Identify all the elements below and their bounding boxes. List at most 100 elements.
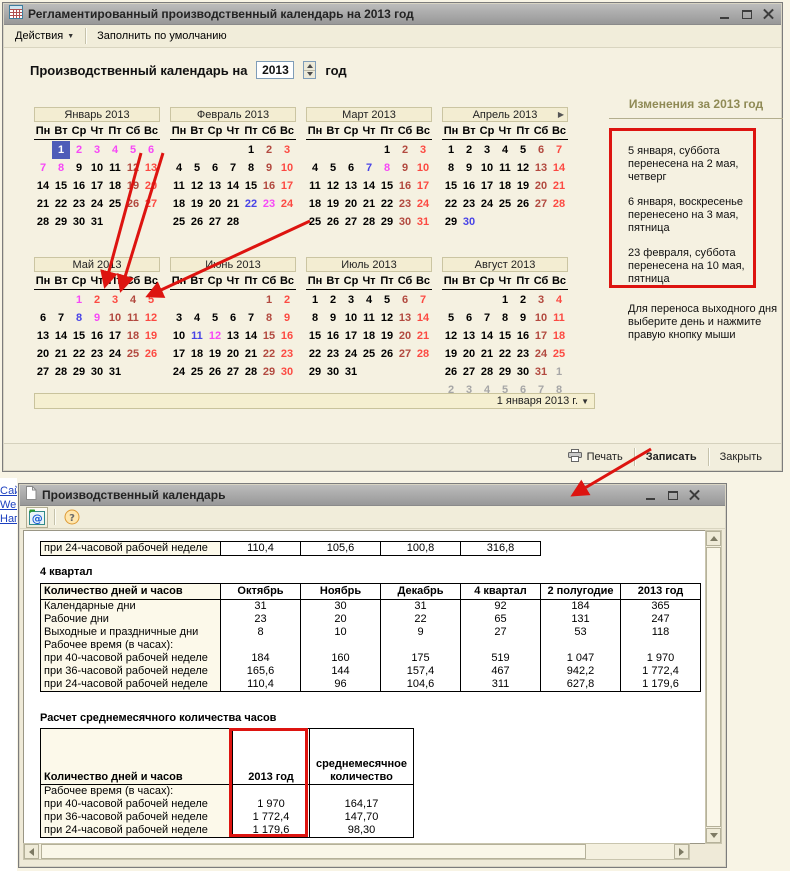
day-cell[interactable]: 25: [170, 213, 188, 231]
day-cell[interactable]: 5: [324, 159, 342, 177]
day-cell[interactable]: 5: [514, 141, 532, 159]
day-cell[interactable]: 15: [260, 327, 278, 345]
maximize-button[interactable]: [665, 488, 680, 502]
day-cell[interactable]: 15: [378, 177, 396, 195]
day-cell[interactable]: 12: [514, 159, 532, 177]
day-cell[interactable]: 23: [70, 195, 88, 213]
day-cell[interactable]: 18: [170, 195, 188, 213]
help-button[interactable]: ?: [61, 507, 83, 528]
day-cell[interactable]: 27: [224, 363, 242, 381]
day-cell[interactable]: 12: [188, 177, 206, 195]
day-cell[interactable]: 15: [242, 177, 260, 195]
day-cell[interactable]: 18: [106, 177, 124, 195]
day-cell[interactable]: 4: [496, 141, 514, 159]
day-cell[interactable]: 11: [188, 327, 206, 345]
day-cell[interactable]: 9: [396, 159, 414, 177]
day-cell[interactable]: 28: [550, 195, 568, 213]
background-link[interactable]: Wel: [0, 498, 17, 512]
day-cell[interactable]: 3: [478, 141, 496, 159]
day-cell[interactable]: 23: [88, 345, 106, 363]
day-cell[interactable]: 28: [478, 363, 496, 381]
scroll-left-icon[interactable]: [24, 844, 39, 859]
day-cell[interactable]: 22: [378, 195, 396, 213]
actions-menu[interactable]: Действия ▼: [10, 28, 79, 44]
day-cell[interactable]: 14: [52, 327, 70, 345]
day-cell[interactable]: 25: [188, 363, 206, 381]
day-cell[interactable]: 18: [550, 327, 568, 345]
day-cell[interactable]: 6: [396, 291, 414, 309]
day-cell[interactable]: 26: [442, 363, 460, 381]
day-cell[interactable]: 23: [396, 195, 414, 213]
day-cell[interactable]: 11: [170, 177, 188, 195]
day-cell[interactable]: 22: [496, 345, 514, 363]
day-cell[interactable]: 30: [70, 213, 88, 231]
scroll-right-icon[interactable]: [674, 844, 689, 859]
day-cell[interactable]: 14: [34, 177, 52, 195]
day-cell[interactable]: 8: [242, 159, 260, 177]
day-cell[interactable]: 4: [106, 141, 124, 159]
day-cell[interactable]: 5: [442, 309, 460, 327]
day-cell[interactable]: 9: [460, 159, 478, 177]
day-cell[interactable]: 22: [70, 345, 88, 363]
day-cell[interactable]: 13: [396, 309, 414, 327]
day-cell[interactable]: 7: [34, 159, 52, 177]
day-cell[interactable]: 11: [496, 159, 514, 177]
day-cell[interactable]: 18: [188, 345, 206, 363]
day-cell[interactable]: 31: [532, 363, 550, 381]
day-cell[interactable]: 16: [70, 177, 88, 195]
day-cell[interactable]: 9: [324, 309, 342, 327]
day-cell[interactable]: 6: [34, 309, 52, 327]
day-cell[interactable]: 20: [396, 327, 414, 345]
day-cell[interactable]: 4: [188, 309, 206, 327]
spin-down-icon[interactable]: [304, 71, 315, 79]
day-cell[interactable]: 5: [124, 141, 142, 159]
day-cell[interactable]: 7: [224, 159, 242, 177]
scroll-down-icon[interactable]: [706, 828, 721, 843]
day-cell[interactable]: 17: [170, 345, 188, 363]
day-cell[interactable]: 20: [342, 195, 360, 213]
day-cell[interactable]: 24: [532, 345, 550, 363]
day-cell[interactable]: 20: [34, 345, 52, 363]
day-cell[interactable]: 12: [206, 327, 224, 345]
day-cell[interactable]: 9: [278, 309, 296, 327]
day-cell[interactable]: 31: [414, 213, 432, 231]
day-cell[interactable]: 24: [414, 195, 432, 213]
day-cell[interactable]: 1: [442, 141, 460, 159]
day-cell[interactable]: 27: [460, 363, 478, 381]
day-cell[interactable]: 26: [514, 195, 532, 213]
day-cell[interactable]: 2: [514, 291, 532, 309]
date-dropdown-icon[interactable]: ▼: [581, 397, 589, 406]
day-cell[interactable]: 1: [70, 291, 88, 309]
day-cell[interactable]: 29: [442, 213, 460, 231]
year-input[interactable]: 2013: [256, 61, 295, 79]
day-cell[interactable]: 25: [106, 195, 124, 213]
day-cell[interactable]: 16: [514, 327, 532, 345]
day-cell[interactable]: 1: [306, 291, 324, 309]
day-cell[interactable]: 6: [532, 141, 550, 159]
spin-up-icon[interactable]: [304, 62, 316, 71]
day-cell[interactable]: 23: [278, 345, 296, 363]
day-cell[interactable]: 27: [142, 195, 160, 213]
day-cell[interactable]: 2: [278, 291, 296, 309]
day-cell[interactable]: 24: [478, 195, 496, 213]
horizontal-scroll-thumb[interactable]: [41, 844, 586, 859]
day-cell[interactable]: 27: [206, 213, 224, 231]
day-cell[interactable]: 4: [170, 159, 188, 177]
day-cell[interactable]: 5: [378, 291, 396, 309]
background-link[interactable]: Нап: [0, 512, 17, 526]
day-cell[interactable]: 19: [514, 177, 532, 195]
day-cell[interactable]: 8: [52, 159, 70, 177]
day-cell[interactable]: 14: [414, 309, 432, 327]
day-cell[interactable]: 3: [88, 141, 106, 159]
day-cell[interactable]: 7: [478, 309, 496, 327]
horizontal-scrollbar[interactable]: [23, 843, 690, 860]
day-cell[interactable]: 7: [52, 309, 70, 327]
day-cell[interactable]: 23: [260, 195, 278, 213]
day-cell[interactable]: 24: [106, 345, 124, 363]
day-cell[interactable]: 22: [52, 195, 70, 213]
day-cell[interactable]: 29: [496, 363, 514, 381]
day-cell[interactable]: 22: [260, 345, 278, 363]
day-cell[interactable]: 22: [242, 195, 260, 213]
day-cell[interactable]: 1: [52, 141, 70, 159]
day-cell[interactable]: 7: [242, 309, 260, 327]
